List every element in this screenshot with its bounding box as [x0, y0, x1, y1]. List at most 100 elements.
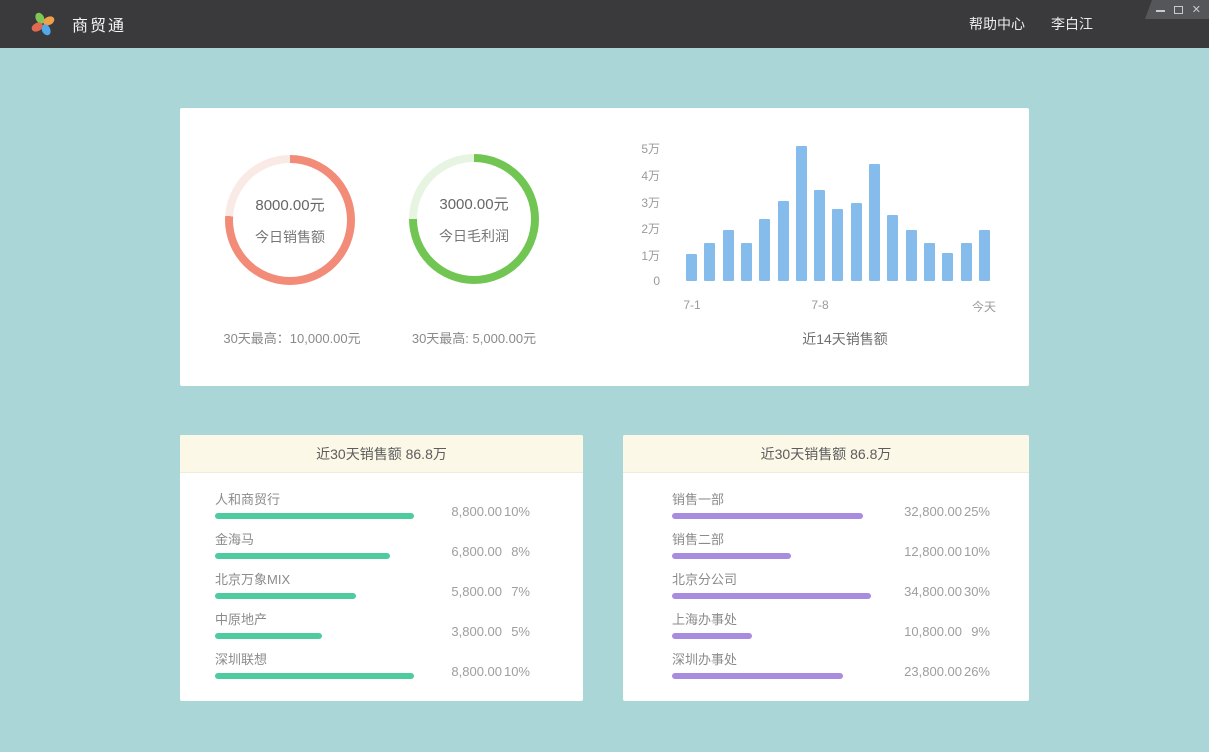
today-profit-donut: 3000.00元 今日毛利润	[409, 154, 539, 284]
rank-item-bar	[215, 553, 390, 559]
department-rank-header: 近30天销售额 86.8万	[623, 435, 1029, 473]
x-axis-label: 今天	[972, 298, 996, 315]
rank-item-value: 34,800.0030%	[882, 585, 990, 599]
bar	[814, 190, 825, 281]
summary-card: 8000.00元 今日销售额 30天最高：10,000.00元 3000.00元…	[180, 108, 1029, 386]
rank-item-amount: 5,800.00	[422, 585, 502, 599]
rank-item-value: 5,800.007%	[422, 585, 530, 599]
close-icon[interactable]: ✕	[1192, 5, 1201, 15]
rank-item-amount: 3,800.00	[422, 625, 502, 639]
bar	[961, 243, 972, 281]
rank-item-percent: 26%	[962, 665, 990, 679]
bar	[741, 243, 752, 281]
y-axis-tick: 5万	[620, 140, 660, 157]
rank-item-percent: 8%	[502, 545, 530, 559]
app-title: 商贸通	[72, 12, 126, 36]
rank-item-value: 3,800.005%	[422, 625, 530, 639]
bar	[796, 146, 807, 281]
rank-item-percent: 5%	[502, 625, 530, 639]
list-item: 上海办事处10,800.009%	[623, 613, 1029, 653]
list-item: 深圳联想8,800.0010%	[180, 653, 583, 693]
y-axis-tick: 1万	[620, 247, 660, 264]
rank-item-percent: 10%	[502, 665, 530, 679]
rank-item-amount: 34,800.00	[882, 585, 962, 599]
rank-item-amount: 8,800.00	[422, 505, 502, 519]
list-item: 销售二部12,800.0010%	[623, 533, 1029, 573]
bar	[979, 230, 990, 281]
bar	[778, 201, 789, 281]
rank-item-bar	[215, 673, 414, 679]
today-sales-donut: 8000.00元 今日销售额	[225, 155, 355, 285]
bar	[832, 209, 843, 281]
list-item: 深圳办事处23,800.0026%	[623, 653, 1029, 693]
rank-item-percent: 9%	[962, 625, 990, 639]
rank-item-amount: 8,800.00	[422, 665, 502, 679]
today-sales-value: 8000.00元	[255, 194, 324, 215]
rank-item-percent: 30%	[962, 585, 990, 599]
rank-item-value: 10,800.009%	[882, 625, 990, 639]
customer-rank-header: 近30天销售额 86.8万	[180, 435, 583, 473]
user-name-menu[interactable]: 李白江	[1051, 14, 1093, 34]
rank-item-amount: 6,800.00	[422, 545, 502, 559]
rank-item-value: 8,800.0010%	[422, 665, 530, 679]
list-item: 销售一部32,800.0025%	[623, 493, 1029, 533]
rank-item-value: 12,800.0010%	[882, 545, 990, 559]
y-axis-tick: 2万	[620, 220, 660, 237]
rank-item-value: 6,800.008%	[422, 545, 530, 559]
rank-item-bar	[672, 553, 791, 559]
rank-item-amount: 23,800.00	[882, 665, 962, 679]
rank-item-percent: 25%	[962, 505, 990, 519]
today-sales-donut-center: 8000.00元 今日销售额	[233, 163, 347, 277]
rank-item-value: 32,800.0025%	[882, 505, 990, 519]
bar	[906, 230, 917, 281]
bar	[924, 243, 935, 281]
bar-chart-x-axis: 7-1 7-8 今天	[686, 298, 998, 314]
customer-rank-rows: 人和商贸行8,800.0010%金海马6,800.008%北京万象MIX5,80…	[180, 473, 583, 693]
minimize-icon[interactable]	[1156, 10, 1165, 12]
y-axis-tick: 0	[620, 274, 660, 288]
rank-item-bar	[215, 513, 414, 519]
list-item: 中原地产3,800.005%	[180, 613, 583, 653]
today-profit-30day-max: 30天最高: 5,000.00元	[364, 328, 584, 347]
list-item: 金海马6,800.008%	[180, 533, 583, 573]
app-title-bar: 商贸通 帮助中心 李白江 ✕	[0, 0, 1209, 48]
rank-item-percent: 10%	[502, 505, 530, 519]
list-item: 北京万象MIX5,800.007%	[180, 573, 583, 613]
rank-item-value: 8,800.0010%	[422, 505, 530, 519]
bar-chart-bars	[686, 141, 998, 281]
bar	[942, 253, 953, 281]
list-item: 北京分公司34,800.0030%	[623, 573, 1029, 613]
x-axis-label: 7-1	[683, 298, 700, 312]
rank-item-bar	[215, 633, 322, 639]
rank-item-amount: 12,800.00	[882, 545, 962, 559]
bar	[686, 254, 697, 281]
today-profit-label: 今日毛利润	[439, 226, 509, 246]
list-item: 人和商贸行8,800.0010%	[180, 493, 583, 533]
today-profit-value: 3000.00元	[439, 193, 508, 214]
help-center-link[interactable]: 帮助中心	[969, 14, 1025, 34]
rank-item-bar	[672, 593, 871, 599]
rank-item-bar	[672, 633, 752, 639]
rank-item-bar	[215, 593, 356, 599]
bar	[704, 243, 715, 281]
rank-item-amount: 10,800.00	[882, 625, 962, 639]
bar	[887, 215, 898, 281]
bar	[851, 203, 862, 281]
rank-item-bar	[672, 673, 843, 679]
bar-chart-y-axis: 5万 4万 3万 2万 1万 0	[620, 108, 660, 308]
bar	[869, 164, 880, 281]
y-axis-tick: 4万	[620, 167, 660, 184]
today-sales-label: 今日销售额	[255, 227, 325, 247]
pinwheel-logo-icon	[28, 9, 58, 39]
rank-item-bar	[672, 513, 863, 519]
bar-chart-title: 近14天销售额	[686, 329, 1004, 349]
department-sales-rank-card: 近30天销售额 86.8万 销售一部32,800.0025%销售二部12,800…	[623, 435, 1029, 701]
maximize-icon[interactable]	[1174, 6, 1183, 14]
rank-item-percent: 10%	[962, 545, 990, 559]
window-controls: ✕	[1145, 0, 1209, 19]
rank-item-value: 23,800.0026%	[882, 665, 990, 679]
department-rank-rows: 销售一部32,800.0025%销售二部12,800.0010%北京分公司34,…	[623, 473, 1029, 693]
x-axis-label: 7-8	[811, 298, 828, 312]
bar	[723, 230, 734, 281]
y-axis-tick: 3万	[620, 194, 660, 211]
